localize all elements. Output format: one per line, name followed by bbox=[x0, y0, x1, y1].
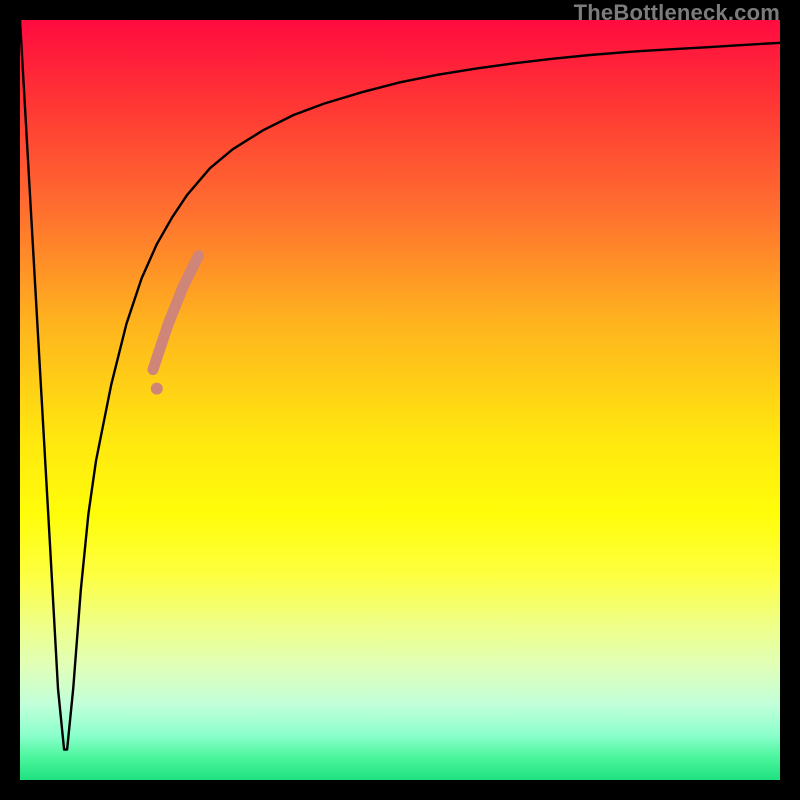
bottleneck-curve bbox=[20, 20, 780, 750]
highlight-band bbox=[153, 256, 199, 370]
plot-area bbox=[20, 20, 780, 780]
chart-svg bbox=[20, 20, 780, 780]
highlight-dot bbox=[151, 383, 163, 395]
chart-frame: TheBottleneck.com bbox=[0, 0, 800, 800]
